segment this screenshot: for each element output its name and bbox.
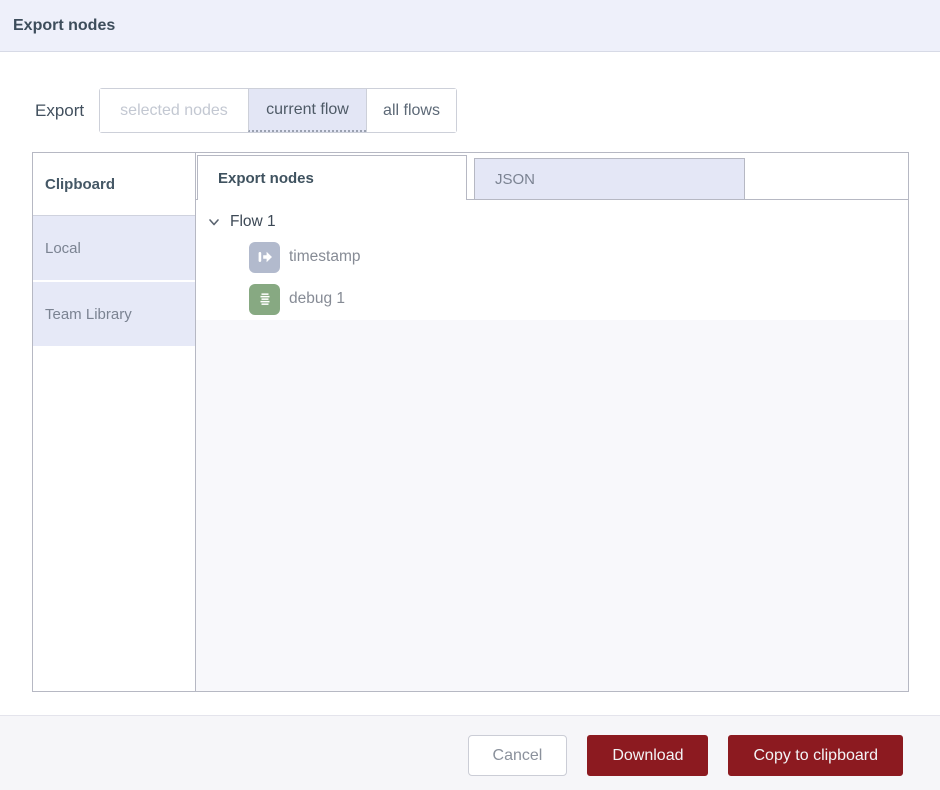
debug-lines-icon [249,284,280,315]
tree-row-flow[interactable]: Flow 1 [196,208,908,236]
node-tree: Flow 1 timestamp [196,200,908,691]
tab-json[interactable]: JSON [474,158,745,199]
scope-all-flows-button[interactable]: all flows [366,89,456,132]
dialog-footer: Cancel Download Copy to clipboard [0,715,940,790]
dialog-title: Export nodes [13,17,115,35]
tree-empty-area [196,320,908,691]
tree-row-node[interactable]: debug 1 [196,278,908,320]
scope-selected-nodes-button[interactable]: selected nodes [100,89,248,132]
library-panel: Clipboard Local Team Library Export node… [32,152,909,692]
sidebar-item-label: Local [45,240,81,257]
tab-label: JSON [495,171,535,188]
export-tabbar: Export nodes JSON [196,153,908,200]
copy-to-clipboard-button[interactable]: Copy to clipboard [728,735,903,776]
node-label: timestamp [289,248,361,266]
chevron-down-icon[interactable] [205,213,223,231]
scope-current-flow-button[interactable]: current flow [248,89,366,132]
export-main-panel: Export nodes JSON Flow 1 [196,153,908,691]
tree-row-node[interactable]: timestamp [196,236,908,278]
cancel-button[interactable]: Cancel [468,735,568,776]
flow-label: Flow 1 [230,213,276,231]
sidebar-items: Local Team Library [33,215,195,348]
library-sidebar: Clipboard Local Team Library [33,153,196,691]
sidebar-item-label: Team Library [45,306,132,323]
dialog-header: Export nodes [0,0,940,52]
sidebar-item-team-library[interactable]: Team Library [33,282,195,346]
sidebar-header: Clipboard [33,153,195,215]
sidebar-header-label: Clipboard [45,176,115,193]
sidebar-item-local[interactable]: Local [33,216,195,280]
download-button[interactable]: Download [587,735,708,776]
export-scope-label: Export [35,88,84,133]
export-scope-group: selected nodes current flow all flows [99,88,457,133]
export-nodes-dialog: Export nodes Export selected nodes curre… [0,0,940,790]
tab-export-nodes[interactable]: Export nodes [197,155,467,200]
inject-arrow-icon [249,242,280,273]
tab-label: Export nodes [218,170,314,187]
node-label: debug 1 [289,290,345,308]
